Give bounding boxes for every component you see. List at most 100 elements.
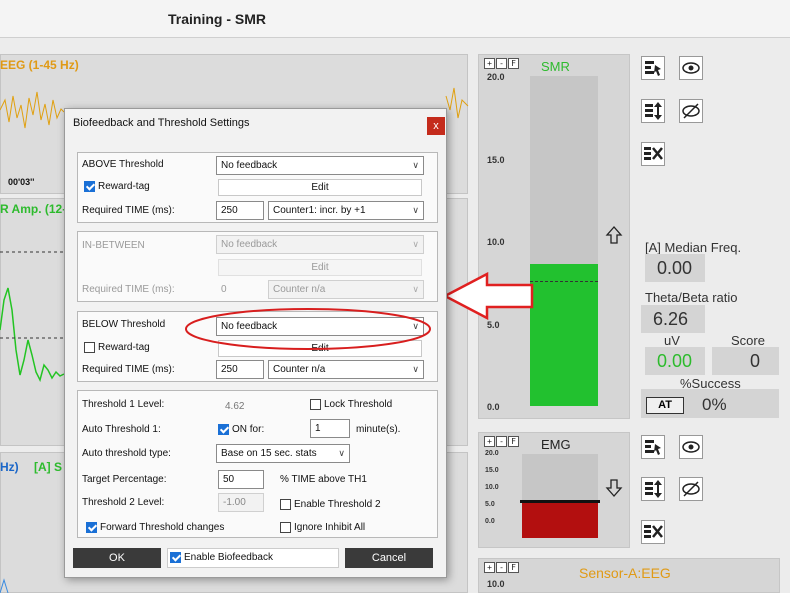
emg-fit-button[interactable]: F bbox=[508, 436, 519, 447]
smr-meter-buttons: + - F bbox=[484, 58, 519, 69]
between-counter-select[interactable]: Counter n/a ∨ bbox=[268, 280, 424, 299]
auto-threshold-on-checkbox[interactable] bbox=[218, 424, 229, 435]
emg-zoom-in-button[interactable]: + bbox=[484, 436, 495, 447]
between-time-input[interactable]: 0 bbox=[216, 280, 264, 299]
below-time-input[interactable]: 250 bbox=[216, 360, 264, 379]
enable-threshold2-label: Enable Threshold 2 bbox=[294, 499, 381, 510]
emg-tick-15: 15.0 bbox=[485, 467, 499, 474]
forward-threshold-label: Forward Threshold changes bbox=[100, 522, 225, 533]
target-percentage-label: Target Percentage: bbox=[82, 474, 167, 485]
above-feedback-select[interactable]: No feedback ∨ bbox=[216, 156, 424, 175]
sensor-zoom-out-button[interactable]: - bbox=[496, 562, 507, 573]
above-edit-button[interactable]: Edit bbox=[218, 179, 422, 196]
threshold1-level-value: 4.62 bbox=[225, 401, 245, 412]
auto-threshold-type-select[interactable]: Base on 15 sec. stats ∨ bbox=[216, 444, 350, 463]
sensor-fit-button[interactable]: F bbox=[508, 562, 519, 573]
smr-fit-button[interactable]: F bbox=[508, 58, 519, 69]
red-arrow-annotation bbox=[443, 272, 534, 320]
auto-threshold-on-label: ON for: bbox=[232, 424, 265, 435]
hand-pointer-icon bbox=[645, 61, 661, 76]
emg-hide-button[interactable] bbox=[679, 477, 703, 501]
enable-threshold2-checkbox[interactable] bbox=[280, 499, 291, 510]
lock-threshold-label: Lock Threshold bbox=[324, 399, 393, 410]
chevron-down-icon: ∨ bbox=[338, 448, 345, 458]
above-time-label: Required TIME (ms): bbox=[82, 205, 175, 216]
theta-beta-label: Theta/Beta ratio bbox=[645, 290, 738, 305]
above-counter-select[interactable]: Counter1: incr. by +1 ∨ bbox=[268, 201, 424, 220]
in-between-group: IN-BETWEEN No feedback ∨ Edit Required TI… bbox=[77, 231, 438, 302]
smr-reorder-button[interactable] bbox=[641, 99, 665, 123]
arrow-up-icon bbox=[605, 226, 623, 244]
ignore-inhibit-checkbox[interactable] bbox=[280, 522, 291, 533]
between-counter-value: Counter n/a bbox=[273, 284, 326, 295]
lock-threshold-checkbox[interactable] bbox=[310, 399, 321, 410]
threshold2-level-input[interactable]: -1.00 bbox=[218, 493, 264, 512]
cancel-button[interactable]: Cancel bbox=[345, 548, 433, 568]
eeg-waveform-right bbox=[445, 87, 469, 119]
chevron-down-icon: ∨ bbox=[412, 205, 419, 215]
above-time-input[interactable]: 250 bbox=[216, 201, 264, 220]
spectrum-waveform bbox=[0, 578, 9, 593]
smr-select-button[interactable] bbox=[641, 56, 665, 80]
emg-show-button[interactable] bbox=[679, 435, 703, 459]
red-ellipse-annotation bbox=[185, 308, 431, 350]
auto-threshold-type-label: Auto threshold type: bbox=[82, 448, 171, 459]
above-threshold-group: ABOVE Threshold No feedback ∨ Reward-tag … bbox=[77, 152, 438, 223]
above-threshold-label: ABOVE Threshold bbox=[82, 159, 164, 170]
smr-remove-button[interactable] bbox=[641, 142, 665, 166]
below-reward-tag-checkbox[interactable] bbox=[84, 342, 95, 353]
between-feedback-select[interactable]: No feedback ∨ bbox=[216, 235, 424, 254]
threshold2-level-label: Threshold 2 Level: bbox=[82, 497, 165, 508]
enable-biofeedback-label: Enable Biofeedback bbox=[184, 552, 273, 563]
emg-select-button[interactable] bbox=[641, 435, 665, 459]
smr-hide-button[interactable] bbox=[679, 99, 703, 123]
emg-remove-button[interactable] bbox=[641, 520, 665, 544]
vertical-arrows-icon bbox=[645, 102, 662, 120]
sensor-zoom-in-button[interactable]: + bbox=[484, 562, 495, 573]
threshold-settings-group: Threshold 1 Level: 4.62 Lock Threshold A… bbox=[77, 390, 438, 538]
above-feedback-value: No feedback bbox=[221, 160, 278, 171]
dialog-title: Biofeedback and Threshold Settings bbox=[73, 117, 250, 129]
amplitude-waveform bbox=[0, 287, 65, 383]
eye-icon bbox=[682, 62, 700, 74]
below-counter-value: Counter n/a bbox=[273, 364, 326, 375]
arrow-down-icon bbox=[605, 479, 623, 497]
emg-zoom-out-button[interactable]: - bbox=[496, 436, 507, 447]
emg-reorder-button[interactable] bbox=[641, 477, 665, 501]
above-counter-value: Counter1: incr. by +1 bbox=[273, 205, 366, 216]
in-between-label: IN-BETWEEN bbox=[82, 240, 145, 251]
smr-zoom-out-button[interactable]: - bbox=[496, 58, 507, 69]
enable-biofeedback-checkbox[interactable] bbox=[170, 552, 181, 563]
forward-threshold-checkbox[interactable] bbox=[86, 522, 97, 533]
smr-threshold-line bbox=[530, 280, 598, 282]
sensor-title: Sensor-A:EEG bbox=[579, 565, 671, 581]
close-icon: x bbox=[433, 120, 439, 132]
above-reward-tag-label: Reward-tag bbox=[98, 181, 150, 192]
target-percentage-suffix: % TIME above TH1 bbox=[280, 474, 367, 485]
chevron-down-icon: ∨ bbox=[412, 239, 419, 249]
above-reward-tag-checkbox[interactable] bbox=[84, 181, 95, 192]
smr-tick-15: 15.0 bbox=[487, 155, 505, 165]
threshold1-level-label: Threshold 1 Level: bbox=[82, 399, 165, 410]
target-percentage-input[interactable]: 50 bbox=[218, 470, 264, 489]
ok-button[interactable]: OK bbox=[73, 548, 161, 568]
between-time-label: Required TIME (ms): bbox=[82, 284, 175, 295]
close-button[interactable]: x bbox=[427, 117, 445, 135]
between-edit-button[interactable]: Edit bbox=[218, 259, 422, 276]
median-freq-label: [A] Median Freq. bbox=[645, 240, 742, 255]
chevron-down-icon: ∨ bbox=[412, 284, 419, 294]
sensor-meter-buttons: + - F bbox=[484, 562, 519, 573]
eye-slash-icon bbox=[682, 103, 700, 119]
smr-title: SMR bbox=[541, 59, 570, 74]
smr-show-button[interactable] bbox=[679, 56, 703, 80]
emg-meter-buttons: + - F bbox=[484, 436, 519, 447]
smr-tick-20: 20.0 bbox=[487, 72, 505, 82]
smr-tick-0: 0.0 bbox=[487, 402, 500, 412]
auto-threshold-minutes-input[interactable]: 1 bbox=[310, 419, 350, 438]
auto-threshold-button[interactable]: AT bbox=[646, 397, 684, 414]
score-value: 0 bbox=[712, 347, 779, 375]
emg-tick-20: 20.0 bbox=[485, 450, 499, 457]
below-counter-select[interactable]: Counter n/a ∨ bbox=[268, 360, 424, 379]
emg-tick-5: 5.0 bbox=[485, 501, 495, 508]
smr-zoom-in-button[interactable]: + bbox=[484, 58, 495, 69]
